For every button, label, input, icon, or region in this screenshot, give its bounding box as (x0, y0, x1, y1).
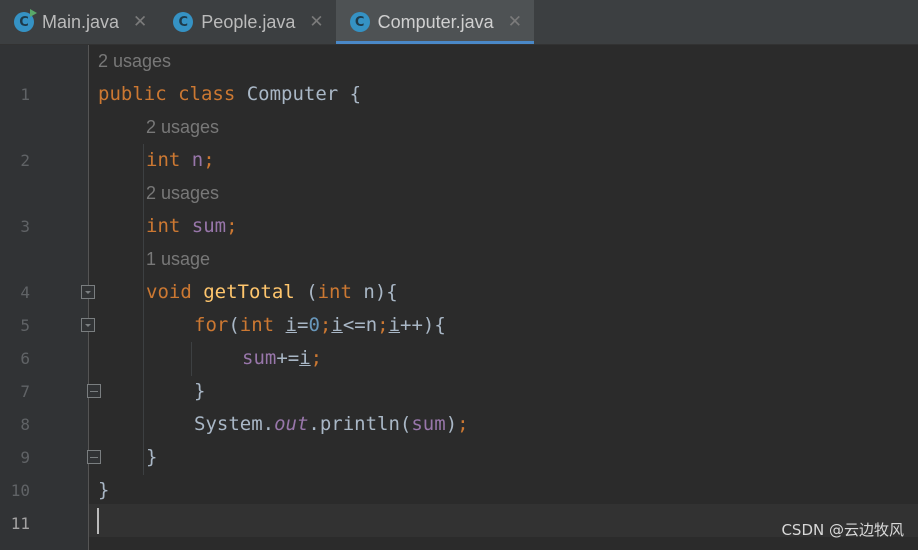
line-number: 3 (20, 217, 30, 236)
line-code: } (194, 380, 206, 402)
code-lens-row: 1 usage (0, 243, 918, 276)
line-code: System.out.println(sum); (194, 413, 469, 435)
line-code: sum+=i; (242, 347, 323, 369)
line-number: 1 (20, 85, 30, 104)
line-number: 2 (20, 151, 30, 170)
code-line-10[interactable]: 10 } (0, 474, 918, 507)
java-class-icon: C (173, 12, 194, 32)
editor-tab-bar: C Main.java ✕ C People.java ✕ C Computer… (0, 0, 918, 45)
line-number: 7 (20, 382, 30, 401)
line-code: int n; (146, 149, 215, 171)
code-line-2[interactable]: 2 int n; (0, 144, 918, 177)
code-editor[interactable]: 2 usages 1 public class Computer { 2 usa… (0, 45, 918, 550)
line-code: for(int i=0;i<=n;i++){ (194, 314, 446, 336)
line-code: } (146, 446, 158, 468)
code-lens-row: 2 usages (0, 177, 918, 210)
usages-hint[interactable]: 2 usages (98, 45, 171, 78)
code-line-11[interactable]: 11 (0, 507, 918, 540)
usages-hint[interactable]: 2 usages (146, 177, 219, 210)
java-class-icon: C (349, 12, 370, 32)
code-line-6[interactable]: 6 sum+=i; (0, 342, 918, 375)
close-icon[interactable]: ✕ (133, 12, 147, 32)
tab-main-java[interactable]: C Main.java ✕ (0, 0, 159, 44)
code-lens-row: 2 usages (0, 45, 918, 78)
tab-label: People.java (201, 11, 296, 32)
line-number: 6 (20, 349, 30, 368)
line-code: int sum; (146, 215, 238, 237)
java-class-run-icon: C (14, 9, 37, 32)
line-number: 9 (20, 448, 30, 467)
tab-label: Computer.java (377, 11, 494, 32)
code-line-3[interactable]: 3 int sum; (0, 210, 918, 243)
line-number: 10 (10, 481, 30, 500)
line-number: 4 (20, 283, 30, 302)
line-number: 8 (20, 415, 30, 434)
line-number: 5 (20, 316, 30, 335)
line-code: void getTotal (int n){ (146, 281, 398, 303)
text-caret (97, 508, 99, 534)
usages-hint[interactable]: 1 usage (146, 243, 210, 276)
code-line-9[interactable]: 9 } (0, 441, 918, 474)
watermark: CSDN @云边牧风 (781, 521, 904, 539)
close-icon[interactable]: ✕ (309, 12, 323, 32)
code-line-4[interactable]: 4 void getTotal (int n){ (0, 276, 918, 309)
usages-hint[interactable]: 2 usages (146, 111, 219, 144)
code-line-7[interactable]: 7 } (0, 375, 918, 408)
line-number: 11 (10, 514, 30, 533)
tab-computer-java[interactable]: C Computer.java ✕ (335, 0, 535, 44)
tab-people-java[interactable]: C People.java ✕ (159, 0, 335, 44)
close-icon[interactable]: ✕ (508, 12, 522, 32)
code-line-8[interactable]: 8 System.out.println(sum); (0, 408, 918, 441)
code-lens-row: 2 usages (0, 111, 918, 144)
line-code: } (98, 479, 110, 501)
code-line-5[interactable]: 5 for(int i=0;i<=n;i++){ (0, 309, 918, 342)
tab-label: Main.java (42, 11, 120, 32)
line-code: public class Computer { (98, 83, 362, 105)
code-line-1[interactable]: 1 public class Computer { (0, 78, 918, 111)
